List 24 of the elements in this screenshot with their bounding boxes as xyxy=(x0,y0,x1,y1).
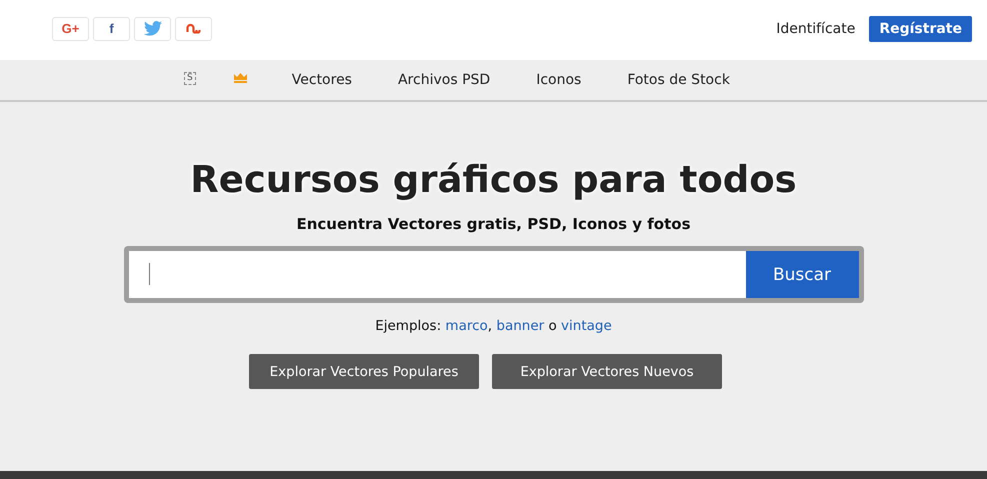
stumbleupon-icon xyxy=(186,22,202,34)
search-field[interactable] xyxy=(128,251,746,298)
nav-link[interactable]: Vectores xyxy=(268,72,375,88)
stumbleupon-button[interactable] xyxy=(175,16,212,40)
twitter-button[interactable] xyxy=(134,16,171,40)
login-link[interactable]: Identifícate xyxy=(776,20,856,36)
nav-link[interactable]: Iconos xyxy=(513,72,604,88)
register-button[interactable]: Regístrate xyxy=(869,16,972,42)
examples-text: Ejemplos: marco, banner o vintage xyxy=(375,318,612,334)
facebook-button[interactable]: f xyxy=(93,16,130,40)
nav-link[interactable]: Archivos PSD xyxy=(374,72,514,88)
explore-button[interactable]: Explorar Vectores Populares xyxy=(249,354,479,389)
search-button[interactable]: Buscar xyxy=(746,251,858,298)
hero-subtitle: Encuentra Vectores gratis, PSD, Iconos y fotos xyxy=(296,215,691,233)
example-link[interactable]: banner xyxy=(496,318,544,334)
hero-title: Recursos gráficos para todos xyxy=(190,158,797,201)
crown-icon[interactable] xyxy=(234,73,247,83)
bird-icon xyxy=(144,21,162,36)
nav-link[interactable]: Fotos de Stock xyxy=(604,72,753,88)
explore-button[interactable]: Explorar Vectores Nuevos xyxy=(492,354,722,389)
premium-badge-icon[interactable]: S xyxy=(184,72,196,84)
example-link[interactable]: vintage xyxy=(561,318,612,334)
google-button[interactable]: G+ xyxy=(52,16,89,40)
example-link[interactable]: marco xyxy=(445,318,488,334)
